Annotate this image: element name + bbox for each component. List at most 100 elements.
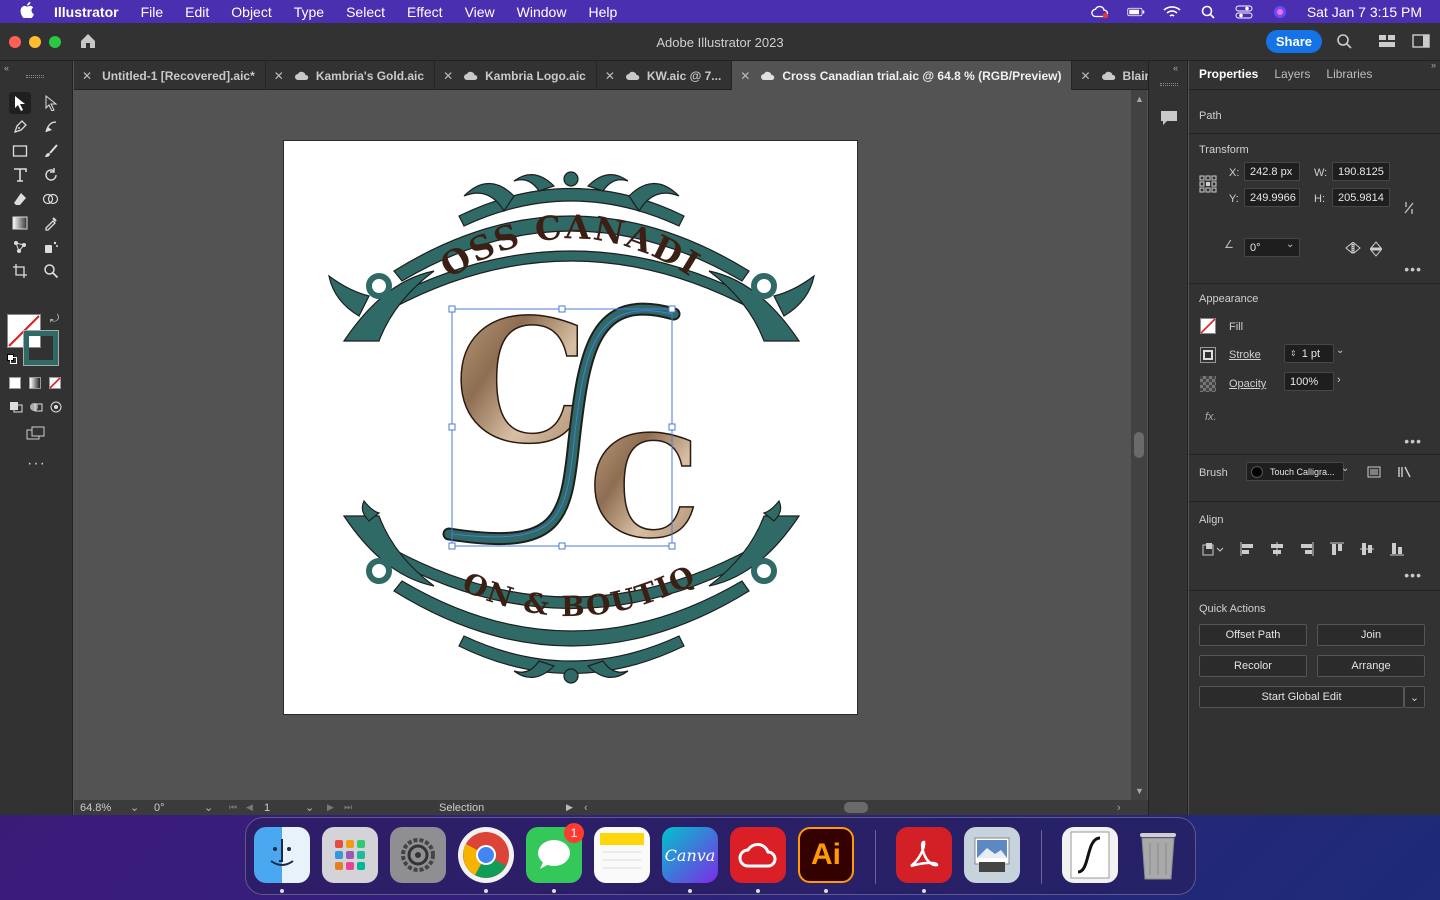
opacity-label[interactable]: Opacity bbox=[1229, 378, 1266, 390]
workspace-switcher-icon[interactable] bbox=[1378, 34, 1396, 51]
recent-document-icon[interactable] bbox=[1062, 827, 1118, 883]
comments-icon[interactable] bbox=[1159, 109, 1179, 130]
preview-icon[interactable] bbox=[964, 827, 1020, 883]
fx-icon[interactable]: fx. bbox=[1205, 411, 1217, 423]
apple-menu-icon[interactable] bbox=[18, 1, 36, 22]
appearance-more-icon[interactable]: ••• bbox=[1404, 433, 1422, 449]
vertical-scrollbar[interactable]: ▲ ▼ bbox=[1131, 90, 1147, 800]
wifi-icon[interactable] bbox=[1163, 5, 1181, 19]
close-tab-icon[interactable]: ✕ bbox=[82, 69, 92, 83]
brush-options-icon[interactable] bbox=[1367, 466, 1381, 481]
pen-tool-icon[interactable] bbox=[9, 116, 31, 138]
tab-document[interactable]: ✕ KW.aic @ 7... bbox=[597, 61, 733, 90]
curvature-tool-icon[interactable] bbox=[40, 116, 62, 138]
align-horizontal-center-icon[interactable] bbox=[1269, 541, 1285, 560]
status-menu-icon[interactable]: ▶ bbox=[566, 800, 573, 815]
tab-document[interactable]: ✕ Kambria Logo.aic bbox=[435, 61, 597, 90]
edit-toolbar-more-icon[interactable]: ··· bbox=[27, 455, 46, 473]
battery-icon[interactable] bbox=[1127, 5, 1145, 19]
creative-cloud-icon[interactable] bbox=[1091, 5, 1109, 19]
rotation-dropdown-icon[interactable]: ⌄ bbox=[204, 800, 213, 815]
menu-type[interactable]: Type bbox=[294, 4, 324, 20]
opacity-arrow-icon[interactable]: › bbox=[1337, 374, 1341, 386]
close-tab-icon[interactable]: ✕ bbox=[443, 69, 453, 83]
rotation-field[interactable]: 0° bbox=[154, 800, 204, 815]
stroke-swatch[interactable] bbox=[23, 330, 59, 366]
home-icon[interactable] bbox=[79, 32, 99, 52]
eraser-tool-icon[interactable] bbox=[9, 188, 31, 210]
global-edit-options-icon[interactable]: ⌄ bbox=[1404, 686, 1425, 708]
trash-icon[interactable] bbox=[1130, 827, 1186, 883]
height-field[interactable]: 205.9814 bbox=[1332, 188, 1390, 207]
zoom-dropdown-icon[interactable]: ⌄ bbox=[130, 800, 139, 815]
align-left-icon[interactable] bbox=[1239, 541, 1255, 560]
none-mode-icon[interactable] bbox=[49, 377, 61, 389]
close-window-button[interactable] bbox=[9, 35, 21, 48]
scroll-down-icon[interactable]: ▼ bbox=[1135, 786, 1144, 796]
menu-help[interactable]: Help bbox=[588, 4, 617, 20]
last-artboard-icon[interactable]: ⏭ bbox=[344, 800, 352, 815]
menu-window[interactable]: Window bbox=[517, 4, 567, 20]
chrome-icon[interactable] bbox=[458, 827, 514, 883]
offset-path-button[interactable]: Offset Path bbox=[1199, 624, 1307, 646]
recolor-button[interactable]: Recolor bbox=[1199, 655, 1307, 677]
stroke-weight-dropdown-icon[interactable]: ⌄ bbox=[1336, 345, 1344, 356]
gradient-tool-icon[interactable] bbox=[9, 212, 31, 234]
align-top-icon[interactable] bbox=[1329, 541, 1345, 560]
canvas-area[interactable]: CROSS CANADIAN bbox=[74, 90, 1130, 800]
finder-icon[interactable] bbox=[254, 827, 310, 883]
creative-cloud-app-icon[interactable] bbox=[730, 827, 786, 883]
menubar-clock[interactable]: Sat Jan 7 3:15 PM bbox=[1307, 4, 1422, 20]
reference-point-icon[interactable] bbox=[1199, 175, 1217, 196]
horizontal-scroll-thumb[interactable] bbox=[844, 802, 868, 813]
brush-dropdown-arrow-icon[interactable]: ⌄ bbox=[1341, 463, 1349, 474]
system-settings-icon[interactable] bbox=[390, 827, 446, 883]
eyedropper-tool-icon[interactable] bbox=[40, 212, 62, 234]
menu-file[interactable]: File bbox=[141, 4, 164, 20]
spotlight-search-icon[interactable] bbox=[1199, 5, 1217, 19]
brush-dropdown[interactable]: Touch Calligra... bbox=[1246, 462, 1344, 481]
selection-tool-icon[interactable] bbox=[9, 92, 31, 114]
expand-panels-icon[interactable]: « bbox=[1173, 63, 1178, 73]
tab-layers[interactable]: Layers bbox=[1266, 67, 1318, 89]
flip-vertical-icon[interactable] bbox=[1369, 241, 1383, 260]
stroke-stepper-icon[interactable]: ⇕ bbox=[1290, 349, 1297, 358]
menu-edit[interactable]: Edit bbox=[185, 4, 209, 20]
menu-select[interactable]: Select bbox=[346, 4, 385, 20]
menu-effect[interactable]: Effect bbox=[407, 4, 443, 20]
fill-color-swatch[interactable] bbox=[1200, 318, 1216, 334]
close-tab-icon[interactable]: ✕ bbox=[740, 69, 750, 83]
share-button[interactable]: Share bbox=[1265, 30, 1322, 53]
type-tool-icon[interactable] bbox=[9, 164, 31, 186]
vertical-scroll-thumb[interactable] bbox=[1134, 432, 1144, 458]
scroll-left-icon[interactable]: ‹ bbox=[584, 800, 588, 815]
color-mode-icon[interactable] bbox=[9, 377, 21, 389]
siri-icon[interactable] bbox=[1271, 5, 1289, 19]
next-artboard-icon[interactable]: ▶ bbox=[327, 800, 334, 815]
launchpad-icon[interactable] bbox=[322, 827, 378, 883]
menu-object[interactable]: Object bbox=[231, 4, 271, 20]
close-tab-icon[interactable]: ✕ bbox=[1080, 69, 1090, 83]
close-tab-icon[interactable]: ✕ bbox=[605, 69, 615, 83]
draw-normal-icon[interactable] bbox=[9, 401, 23, 413]
toolbar-grip[interactable] bbox=[26, 75, 44, 78]
rotate-tool-icon[interactable] bbox=[40, 164, 62, 186]
canva-icon[interactable]: Canva bbox=[662, 827, 718, 883]
swap-fill-stroke-icon[interactable]: ⤾ bbox=[50, 313, 59, 326]
status-tool-field[interactable]: Selection bbox=[439, 800, 484, 815]
illustrator-icon[interactable]: Ai bbox=[798, 827, 854, 883]
draw-behind-icon[interactable] bbox=[29, 401, 43, 413]
width-field[interactable]: 190.8125 bbox=[1332, 162, 1390, 181]
align-more-icon[interactable]: ••• bbox=[1404, 567, 1422, 583]
artboard[interactable]: CROSS CANADIAN bbox=[268, 110, 858, 715]
brush-libraries-icon[interactable] bbox=[1397, 466, 1413, 481]
x-position-field[interactable]: 242.8 px bbox=[1244, 162, 1300, 181]
close-tab-icon[interactable]: ✕ bbox=[274, 69, 284, 83]
control-center-icon[interactable] bbox=[1235, 5, 1253, 19]
align-vertical-center-icon[interactable] bbox=[1359, 541, 1375, 560]
constrain-proportions-icon[interactable] bbox=[1402, 200, 1416, 219]
menu-view[interactable]: View bbox=[465, 4, 495, 20]
default-colors-icon[interactable] bbox=[7, 353, 17, 364]
acrobat-icon[interactable] bbox=[896, 827, 952, 883]
align-to-icon[interactable] bbox=[1202, 542, 1224, 559]
